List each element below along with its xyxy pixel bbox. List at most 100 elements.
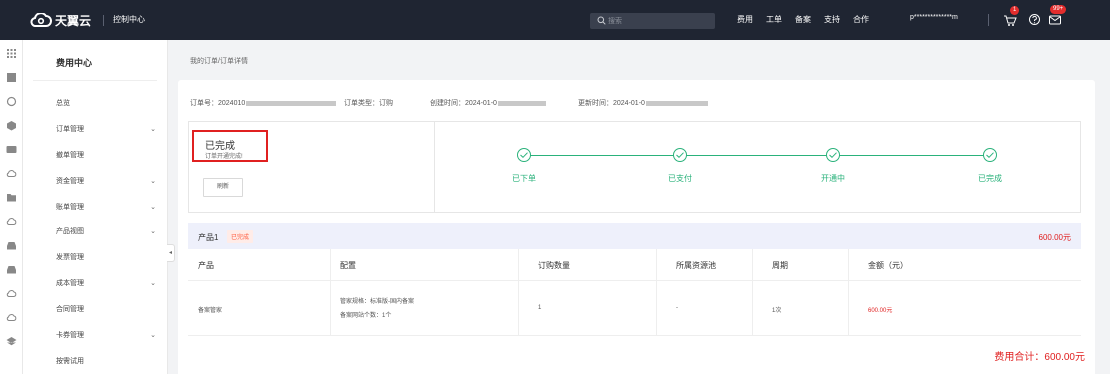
product-name: 产品1 — [198, 233, 219, 242]
top-bar: 天翼云 控制中心 搜索 费用 工单 备案 支持 合作 p************… — [0, 0, 1110, 40]
sidebar-item-coupons[interactable]: 卡券管理 ⌄ — [56, 330, 156, 340]
redacted-mask — [497, 100, 546, 106]
nav-partner[interactable]: 合作 — [853, 14, 869, 25]
sidebar-item-overview[interactable]: 总览 — [56, 98, 156, 108]
logo-text: 天翼云 — [55, 13, 92, 28]
step-label: 开通中 — [821, 174, 845, 183]
redacted-mask — [246, 100, 337, 106]
message-icon — [1049, 15, 1061, 25]
breadcrumb[interactable]: 我的订单/订单详情 — [190, 56, 248, 66]
column-header: 配置 — [340, 261, 356, 270]
gpu-icon[interactable] — [6, 144, 17, 155]
status-badge: 已完成 — [227, 230, 254, 243]
chevron-down-icon: ⌄ — [150, 228, 156, 235]
cloud-icon[interactable] — [6, 312, 17, 323]
search-icon — [597, 16, 606, 25]
order-updated: 更新时间： 2024-01-0 — [578, 98, 708, 108]
sidebar: 费用中心 总览 订单管理 ⌄ 撤单管理 资金管理 ⌄ 账单管理 ⌄ 产品视图 ⌄ 发票管… — [23, 40, 168, 374]
logo[interactable]: 天翼云 — [30, 11, 91, 29]
column-header: 产品 — [198, 261, 214, 270]
order-detail-card: 订单号： 2024010 订单类型： 订购 创建时间： 2024-01-0 更新… — [178, 80, 1095, 374]
sidebar-collapse-button[interactable]: ◂ — [167, 244, 175, 262]
status-summary: 已完成 订单开通完成! 刷新 — [189, 122, 435, 212]
product-total: 600.00元 — [1038, 233, 1071, 242]
sidebar-item-label: 总览 — [56, 100, 70, 107]
column-header: 所属资源池 — [676, 261, 716, 270]
console-link[interactable]: 控制中心 — [113, 14, 145, 25]
sidebar-item-label: 产品视图 — [56, 228, 84, 235]
chevron-down-icon: ⌄ — [150, 178, 156, 185]
nav-icp[interactable]: 备案 — [795, 14, 811, 25]
sidebar-item-funds[interactable]: 资金管理 ⌄ — [56, 176, 156, 186]
sidebar-title: 费用中心 — [56, 58, 93, 68]
nav-support[interactable]: 支持 — [824, 14, 840, 25]
chevron-down-icon: ⌄ — [150, 126, 156, 133]
nav-tickets[interactable]: 工单 — [766, 14, 782, 25]
order-type-label: 订单类型： — [344, 100, 379, 107]
cloud-icon[interactable] — [6, 288, 17, 299]
order-id: 订单号： 2024010 — [190, 98, 337, 108]
column-header: 周期 — [772, 261, 788, 270]
order-created-value: 2024-01-0 — [465, 99, 497, 107]
folder-icon[interactable] — [6, 192, 17, 203]
storage-icon[interactable] — [6, 264, 17, 275]
table-header: 产品 配置 订购数量 所属资源池 周期 金额（元） — [188, 249, 1081, 281]
help-button[interactable] — [1028, 13, 1041, 28]
search-placeholder: 搜索 — [608, 18, 622, 25]
cell-quantity: 1 — [538, 305, 542, 311]
table-row: 备案管家 管家规格：标准版-国内备案 备案网站个数：1个 1 - 1次 600.… — [188, 281, 1081, 336]
sidebar-item-product-view[interactable]: 产品视图 ⌄ — [56, 226, 156, 236]
divider — [103, 15, 104, 26]
cloud-icon[interactable] — [6, 168, 17, 179]
sidebar-item-label: 资金管理 — [56, 178, 84, 185]
step-check-icon — [983, 148, 997, 162]
cell-period: 1次 — [772, 308, 782, 314]
sidebar-item-label: 合同管理 — [56, 306, 84, 313]
order-type-value: 订购 — [379, 100, 393, 107]
product-header: 产品1 已完成 600.00元 — [188, 223, 1081, 249]
order-created-label: 创建时间： — [430, 100, 465, 107]
divider — [988, 14, 989, 26]
network-icon[interactable] — [6, 96, 17, 107]
divider — [33, 80, 157, 81]
sidebar-item-contracts[interactable]: 合同管理 — [56, 304, 156, 314]
cart-button[interactable]: 1 — [1003, 6, 1020, 29]
layers-icon[interactable] — [6, 336, 17, 347]
cube-icon[interactable] — [6, 120, 17, 131]
server-icon[interactable] — [6, 72, 17, 83]
search-input[interactable]: 搜索 — [590, 13, 715, 29]
progress-line — [518, 155, 988, 156]
cart-icon — [1004, 15, 1017, 26]
order-id-label: 订单号： — [190, 100, 218, 107]
sidebar-item-label: 订单管理 — [56, 126, 84, 133]
status-title: 已完成 — [205, 141, 235, 152]
sidebar-item-invoices[interactable]: 发票管理 — [56, 252, 156, 262]
grid-icon[interactable] — [6, 48, 17, 59]
nav-billing[interactable]: 费用 — [737, 14, 753, 25]
chevron-left-icon: ◂ — [168, 250, 172, 256]
sidebar-item-bills[interactable]: 账单管理 ⌄ — [56, 202, 156, 212]
step-label: 已完成 — [978, 174, 1002, 183]
chevron-down-icon: ⌄ — [150, 332, 156, 339]
user-account[interactable]: p**************m — [910, 14, 958, 21]
sidebar-item-label: 发票管理 — [56, 254, 84, 261]
step-label: 已支付 — [668, 174, 692, 183]
cell-config-spec: 管家规格：标准版-国内备案 — [340, 299, 414, 305]
storage-icon[interactable] — [6, 240, 17, 251]
cell-pool: - — [676, 305, 678, 311]
order-created: 创建时间： 2024-01-0 — [430, 98, 546, 108]
sidebar-item-trial[interactable]: 按需试用 — [56, 356, 156, 366]
redacted-mask — [645, 100, 708, 106]
message-button[interactable]: 99+ — [1048, 5, 1067, 29]
order-type: 订单类型： 订购 — [344, 98, 393, 108]
order-id-value: 2024010 — [218, 99, 246, 107]
sidebar-item-cost[interactable]: 成本管理 ⌄ — [56, 278, 156, 288]
sidebar-item-label: 按需试用 — [56, 358, 84, 365]
refresh-button[interactable]: 刷新 — [203, 178, 243, 197]
sidebar-item-cancellations[interactable]: 撤单管理 — [56, 150, 156, 160]
cell-product: 备案管家 — [198, 308, 223, 314]
step-check-icon — [517, 148, 531, 162]
cloud-icon[interactable] — [6, 216, 17, 227]
sidebar-item-orders[interactable]: 订单管理 ⌄ — [56, 124, 156, 134]
cell-amount: 600.00元 — [868, 308, 893, 314]
